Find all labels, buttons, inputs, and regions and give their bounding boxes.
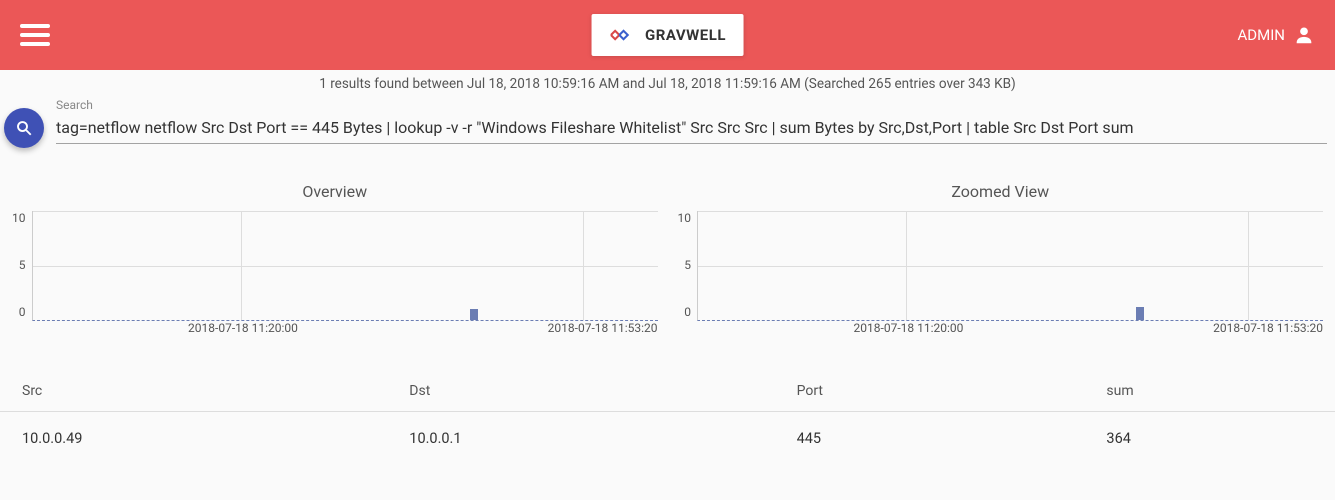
overview-x-axis: 2018-07-18 11:20:00 2018-07-18 11:53:20 [36,321,658,339]
search-icon [15,119,33,137]
menu-button[interactable] [20,20,50,50]
zoomed-y-axis: 10 5 0 [678,211,698,321]
search-label: Search [56,98,1327,112]
search-field: Search [56,98,1327,144]
overview-bar [470,309,478,320]
search-input[interactable] [56,114,1327,144]
zoomed-plot[interactable] [697,211,1323,321]
app-header: GRAVWELL ADMIN [0,0,1335,70]
charts-row: Overview 10 5 0 2018-07-18 11:20:00 2018… [0,152,1335,347]
user-icon [1293,24,1315,46]
table-row[interactable]: 10.0.0.49 10.0.0.1 445 364 [0,412,1335,465]
zoomed-chart-title: Zoomed View [678,182,1324,201]
col-src[interactable]: Src [22,383,409,399]
gravwell-logo-icon [609,24,637,46]
cell-dst: 10.0.0.1 [409,430,796,447]
overview-plot[interactable] [32,211,658,321]
brand-name: GRAVWELL [645,26,726,44]
cell-sum: 364 [1106,430,1313,447]
cell-port: 445 [797,430,1107,447]
zoomed-x-axis: 2018-07-18 11:20:00 2018-07-18 11:53:20 [702,321,1324,339]
table-header-row: Src Dst Port sum [0,371,1335,412]
results-summary: 1 results found between Jul 18, 2018 10:… [0,70,1335,98]
brand-logo[interactable]: GRAVWELL [591,14,744,56]
col-sum[interactable]: sum [1106,383,1313,399]
overview-y-axis: 10 5 0 [12,211,32,321]
user-label: ADMIN [1237,26,1285,44]
results-table: Src Dst Port sum 10.0.0.49 10.0.0.1 445 … [0,371,1335,465]
user-menu[interactable]: ADMIN [1237,24,1315,46]
search-row: Search [0,98,1335,152]
zoomed-chart: Zoomed View 10 5 0 2018-07-18 11:20:00 2… [678,182,1324,339]
col-port[interactable]: Port [797,383,1107,399]
overview-chart-title: Overview [12,182,658,201]
col-dst[interactable]: Dst [409,383,796,399]
overview-chart: Overview 10 5 0 2018-07-18 11:20:00 2018… [12,182,658,339]
zoomed-bar [1136,307,1144,320]
cell-src: 10.0.0.49 [22,430,409,447]
run-search-button[interactable] [4,108,44,148]
